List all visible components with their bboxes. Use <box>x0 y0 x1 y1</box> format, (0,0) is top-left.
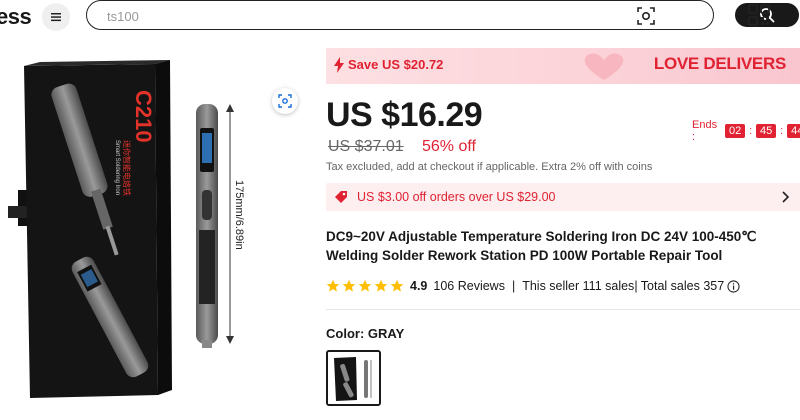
countdown-hours: 02 <box>725 124 746 138</box>
divider: | <box>511 279 516 293</box>
image-zoom-button[interactable] <box>272 88 298 114</box>
dimension-label: 175mm/6.89in <box>233 180 245 250</box>
current-price: US $16.29 <box>326 96 483 134</box>
menu-button[interactable] <box>42 3 70 31</box>
total-sales: | Total sales 357 <box>634 279 725 293</box>
color-label: Color: GRAY <box>326 326 405 341</box>
countdown-timer: Ends : 02 : 45 : 44 <box>692 119 800 143</box>
scan-zoom-icon <box>278 94 292 108</box>
lightning-icon <box>334 57 344 73</box>
star-icon <box>358 279 372 292</box>
section-divider <box>326 309 800 310</box>
seller-sales: This seller 111 sales <box>522 279 635 293</box>
search-input[interactable] <box>105 6 609 26</box>
star-icon <box>342 279 356 292</box>
product-title: DC9~20V Adjustable Temperature Soldering… <box>326 229 757 263</box>
love-delivers-text: LOVE DELIVERS <box>653 54 786 73</box>
box-subtitle: 迷你智能电烙铁 <box>122 140 132 196</box>
countdown-label: Ends : <box>692 119 718 143</box>
discount-percent: 56% off <box>422 138 476 155</box>
star-rating[interactable] <box>326 279 404 293</box>
countdown-separator: : <box>749 125 753 137</box>
rating-score: 4.9 <box>410 279 428 293</box>
header: ess <box>0 0 800 34</box>
promo-banner: Save US $20.72 LOVE DELIVERS <box>326 48 800 84</box>
product-image-gallery[interactable]: C210 迷你智能电烙铁 Smart Soldering Iron 175mm/… <box>0 40 320 415</box>
reviews-link[interactable]: 106 Reviews <box>433 279 505 293</box>
color-swatch-gray[interactable] <box>326 350 381 406</box>
site-logo[interactable]: ess <box>0 4 32 30</box>
info-icon[interactable] <box>727 279 740 293</box>
hamburger-icon <box>51 13 61 22</box>
countdown-seconds: 44 <box>787 124 800 138</box>
coupon-bar[interactable]: US $3.00 off orders over US $29.00 <box>326 183 800 211</box>
countdown-separator: : <box>780 125 784 137</box>
rating-row: 4.9 106 Reviews | This seller 111 sales … <box>326 277 740 295</box>
heart-decoration-icon <box>584 53 624 80</box>
coupon-text: US $3.00 off orders over US $29.00 <box>357 190 556 204</box>
original-price: US $37.01 <box>328 138 404 155</box>
star-icon <box>326 279 340 292</box>
star-icon <box>390 279 404 292</box>
savings-text: Save US $20.72 <box>348 57 444 72</box>
search-bar <box>86 0 799 30</box>
tax-note: Tax excluded, add at checkout if applica… <box>326 161 653 173</box>
chevron-right-icon <box>782 191 790 203</box>
box-subtitle-en: Smart Soldering Iron <box>114 140 120 195</box>
image-search-icon[interactable] <box>636 6 656 26</box>
swatch-thumbnail <box>328 352 379 404</box>
box-model-label: C210 <box>131 90 156 143</box>
coupon-tag-icon <box>335 191 347 203</box>
countdown-minutes: 45 <box>756 124 777 138</box>
qr-code-icon[interactable] <box>748 4 770 26</box>
star-icon <box>374 279 388 292</box>
